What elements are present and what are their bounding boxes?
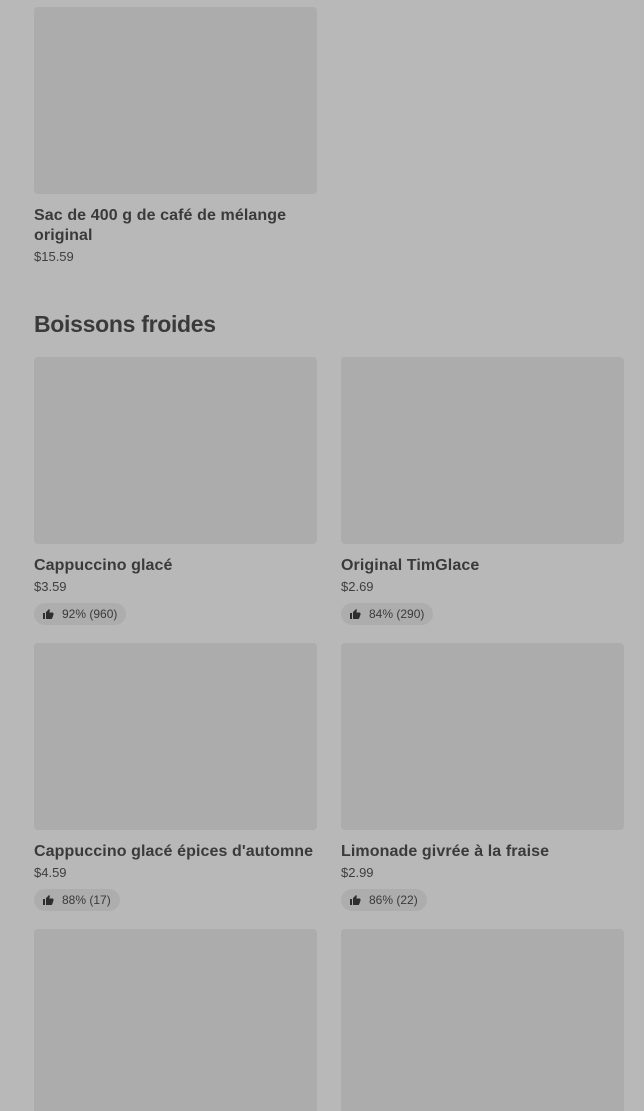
product-image[interactable] [34, 357, 317, 544]
product-price: $3.59 [34, 579, 67, 594]
product-card[interactable]: Cappuccino glacé $3.59 92% (960) [34, 357, 317, 625]
section-title: Boissons froides [34, 311, 216, 337]
product-price: $2.69 [341, 579, 374, 594]
rating-text: 88% (17) [62, 893, 111, 907]
thumbs-up-icon [349, 608, 361, 620]
product-name[interactable]: Original TimGlace [341, 556, 624, 576]
product-image[interactable] [34, 643, 317, 830]
product-name[interactable]: Cappuccino glacé [34, 556, 317, 576]
product-card[interactable]: Cappuccino glacé épices d'automne $4.59 … [34, 643, 317, 911]
rating-text: 92% (960) [62, 607, 118, 621]
product-price: $2.99 [341, 865, 374, 880]
rating-badge: 88% (17) [34, 889, 120, 911]
product-image[interactable] [34, 7, 317, 194]
product-name[interactable]: Limonade givrée à la fraise [341, 842, 624, 862]
product-name[interactable]: Sac de 400 g de café de mélange original [34, 206, 317, 246]
product-price: $4.59 [34, 865, 67, 880]
product-name[interactable]: Cappuccino glacé épices d'automne [34, 842, 317, 862]
product-image[interactable] [34, 929, 317, 1111]
menu-page: Sac de 400 g de café de mélange original… [0, 0, 644, 1111]
product-card[interactable]: Limonade givrée à la fraise $2.99 86% (2… [341, 643, 624, 911]
rating-text: 84% (290) [369, 607, 425, 621]
product-image[interactable] [341, 357, 624, 544]
product-image[interactable] [341, 643, 624, 830]
thumbs-up-icon [349, 894, 361, 906]
rating-text: 86% (22) [369, 893, 418, 907]
rating-badge: 92% (960) [34, 603, 127, 625]
thumbs-up-icon [42, 608, 54, 620]
product-card[interactable]: Original TimGlace $2.69 84% (290) [341, 357, 624, 625]
rating-badge: 86% (22) [341, 889, 427, 911]
product-card[interactable]: Sac de 400 g de café de mélange original… [34, 7, 317, 265]
rating-badge: 84% (290) [341, 603, 434, 625]
product-image[interactable] [341, 929, 624, 1111]
product-card[interactable] [34, 929, 317, 1111]
product-card[interactable] [341, 929, 624, 1111]
thumbs-up-icon [42, 894, 54, 906]
product-price: $15.59 [34, 249, 74, 264]
